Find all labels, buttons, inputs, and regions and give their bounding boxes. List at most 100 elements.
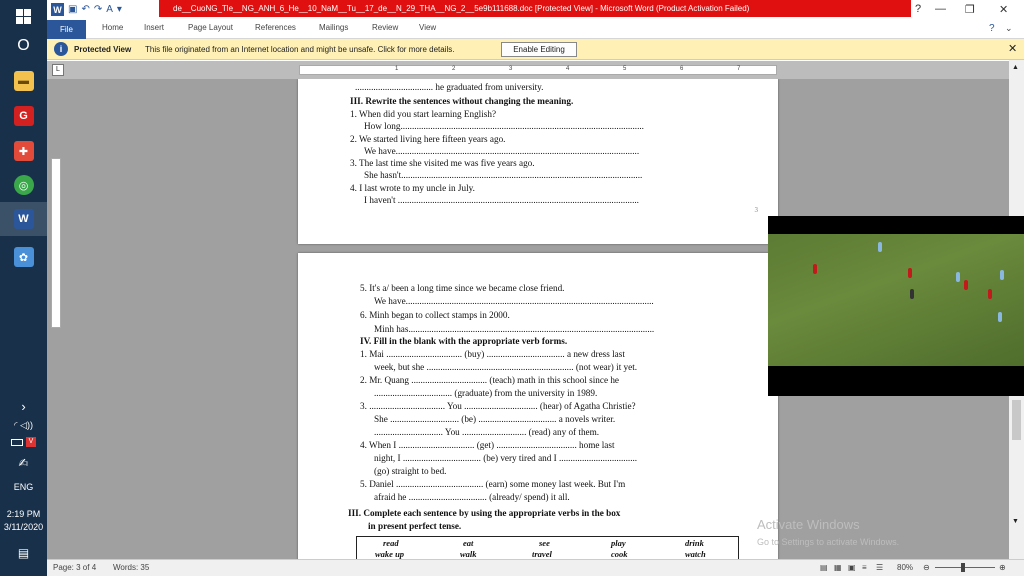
zoom-level[interactable]: 80%	[897, 563, 913, 572]
player	[988, 289, 992, 299]
tab-selector[interactable]: L	[52, 64, 64, 76]
save-icon[interactable]: ▣	[68, 4, 77, 15]
doc-line: 1. Mai .................................…	[360, 349, 625, 359]
protected-view-bar: i Protected View This file originated fr…	[47, 39, 1024, 60]
enable-editing-button[interactable]: Enable Editing	[501, 42, 577, 57]
close-bar-icon[interactable]: ✕	[1008, 42, 1017, 55]
protected-view-message[interactable]: This file originated from an Internet lo…	[145, 45, 455, 54]
doc-line: 4. When I ..............................…	[360, 440, 615, 450]
word-count[interactable]: Words: 35	[113, 563, 149, 572]
tab-view[interactable]: View	[419, 23, 436, 32]
print-layout-icon[interactable]: ▦	[834, 563, 842, 572]
outline-icon[interactable]: ≡	[862, 563, 867, 572]
player	[878, 242, 882, 252]
language-indicator[interactable]: ENG	[0, 480, 47, 494]
scroll-up-icon[interactable]: ▲	[1012, 64, 1019, 71]
title-bar: W ▣ ↶ ↷ A ▾ de__CuoNG_Tle__NG_ANH_6_He__…	[47, 0, 1024, 20]
verb-cell: read	[383, 538, 399, 548]
player	[956, 272, 960, 282]
puzzle-app-icon[interactable]: ✚	[0, 138, 47, 164]
word-app-icon[interactable]: W	[0, 202, 47, 236]
player	[1000, 270, 1004, 280]
zoom-out-icon[interactable]: ⊖	[923, 563, 930, 572]
protected-view-label: Protected View	[74, 45, 132, 54]
coccoc-browser-icon[interactable]: ◎	[0, 172, 47, 198]
help-icon[interactable]: ?	[989, 23, 995, 34]
doc-line: night, I ...............................…	[374, 453, 638, 463]
close-icon[interactable]: ✕	[999, 3, 1008, 16]
tab-references[interactable]: References	[255, 23, 296, 32]
scroll-thumb[interactable]	[1012, 400, 1021, 440]
undo-icon[interactable]: ↶	[81, 4, 89, 15]
zoom-in-icon[interactable]: ⊕	[999, 563, 1006, 572]
verb-box: read eat see play drink wake up walk tra…	[356, 536, 739, 559]
vertical-ruler[interactable]	[51, 158, 61, 328]
doc-line: Minh has................................…	[374, 324, 655, 334]
doc-line: 6. Minh began to collect stamps in 2000.	[360, 310, 510, 320]
doc-line: We have.................................…	[364, 146, 640, 156]
page-number: 3	[754, 206, 759, 214]
verb-cell: see	[539, 538, 550, 548]
ruler-number: 1	[395, 66, 399, 72]
wifi-volume-icon[interactable]: ◜ ◁))	[0, 418, 47, 432]
video-frame	[768, 234, 1024, 366]
verb-cell: walk	[460, 549, 477, 559]
ribbon-display-icon[interactable]: ?	[915, 3, 921, 15]
restore-icon[interactable]: ❐	[965, 3, 975, 16]
player	[998, 312, 1002, 322]
tab-home[interactable]: Home	[102, 23, 123, 32]
doc-line: She .............................. (be) …	[374, 414, 616, 424]
tab-review[interactable]: Review	[372, 23, 398, 32]
doc-line: 5. Daniel ..............................…	[360, 479, 626, 489]
tab-mailings[interactable]: Mailings	[319, 23, 348, 32]
doc-line: 3. ................................. You…	[360, 401, 636, 411]
chevron-right-icon[interactable]: ›	[0, 398, 47, 414]
doc-line: .................................. (grad…	[374, 388, 598, 398]
read-mode-icon[interactable]: ▤	[820, 563, 828, 572]
section-heading: in present perfect tense.	[368, 521, 462, 531]
pen-icon[interactable]: ✍	[0, 455, 47, 471]
verb-cell: play	[611, 538, 626, 548]
file-explorer-icon[interactable]: ▬	[0, 68, 47, 94]
tab-insert[interactable]: Insert	[144, 23, 164, 32]
search-icon[interactable]: O	[0, 35, 47, 57]
section-heading: III. Complete each sentence by using the…	[348, 508, 621, 518]
windows-start-icon[interactable]	[0, 6, 47, 26]
video-overlay[interactable]	[768, 216, 1024, 396]
ruler-number: 3	[509, 66, 513, 72]
page-count[interactable]: Page: 3 of 4	[53, 563, 96, 572]
doc-line: We have.................................…	[374, 296, 654, 306]
info-icon: i	[54, 42, 68, 56]
document-page[interactable]: .................................. he gr…	[298, 79, 778, 244]
ruler-number: 2	[452, 66, 456, 72]
minimize-icon[interactable]: —	[935, 3, 946, 15]
clock-date[interactable]: 3/11/2020	[0, 521, 47, 533]
doc-line: 2. We started living here fifteen years …	[350, 134, 506, 144]
notification-icon[interactable]: ▤	[0, 545, 47, 561]
battery-icon[interactable]: V	[0, 435, 47, 449]
verb-cell: travel	[532, 549, 552, 559]
web-layout-icon[interactable]: ▣	[848, 563, 856, 572]
player	[910, 289, 914, 299]
tab-file[interactable]: File	[47, 20, 86, 39]
verb-cell: drink	[685, 538, 704, 548]
doc-line: She hasn't..............................…	[364, 170, 643, 180]
draft-icon[interactable]: ☰	[876, 563, 883, 572]
zoom-slider-thumb[interactable]	[961, 563, 965, 572]
scroll-down-icon[interactable]: ▼	[1012, 518, 1019, 525]
garena-icon[interactable]: G	[0, 103, 47, 129]
horizontal-ruler[interactable]: 1 2 3 4 5 6 7	[299, 65, 777, 75]
player	[964, 280, 968, 290]
clock-time[interactable]: 2:19 PM	[0, 508, 47, 520]
ribbon-tabs: File Home Insert Page Layout References …	[47, 20, 1024, 39]
redo-icon[interactable]: ↷	[94, 4, 102, 15]
document-page[interactable]: 5. It's a/ been a long time since we bec…	[298, 253, 778, 559]
tab-page-layout[interactable]: Page Layout	[188, 23, 233, 32]
paint-app-icon[interactable]: ✿	[0, 244, 47, 270]
customize-qat-icon[interactable]: ▾	[117, 4, 122, 15]
ruler-number: 7	[737, 66, 741, 72]
zoom-slider[interactable]	[935, 567, 995, 568]
font-color-icon[interactable]: A	[106, 4, 113, 15]
chevron-down-icon[interactable]: ⌄	[1005, 23, 1013, 34]
ruler-number: 5	[623, 66, 627, 72]
